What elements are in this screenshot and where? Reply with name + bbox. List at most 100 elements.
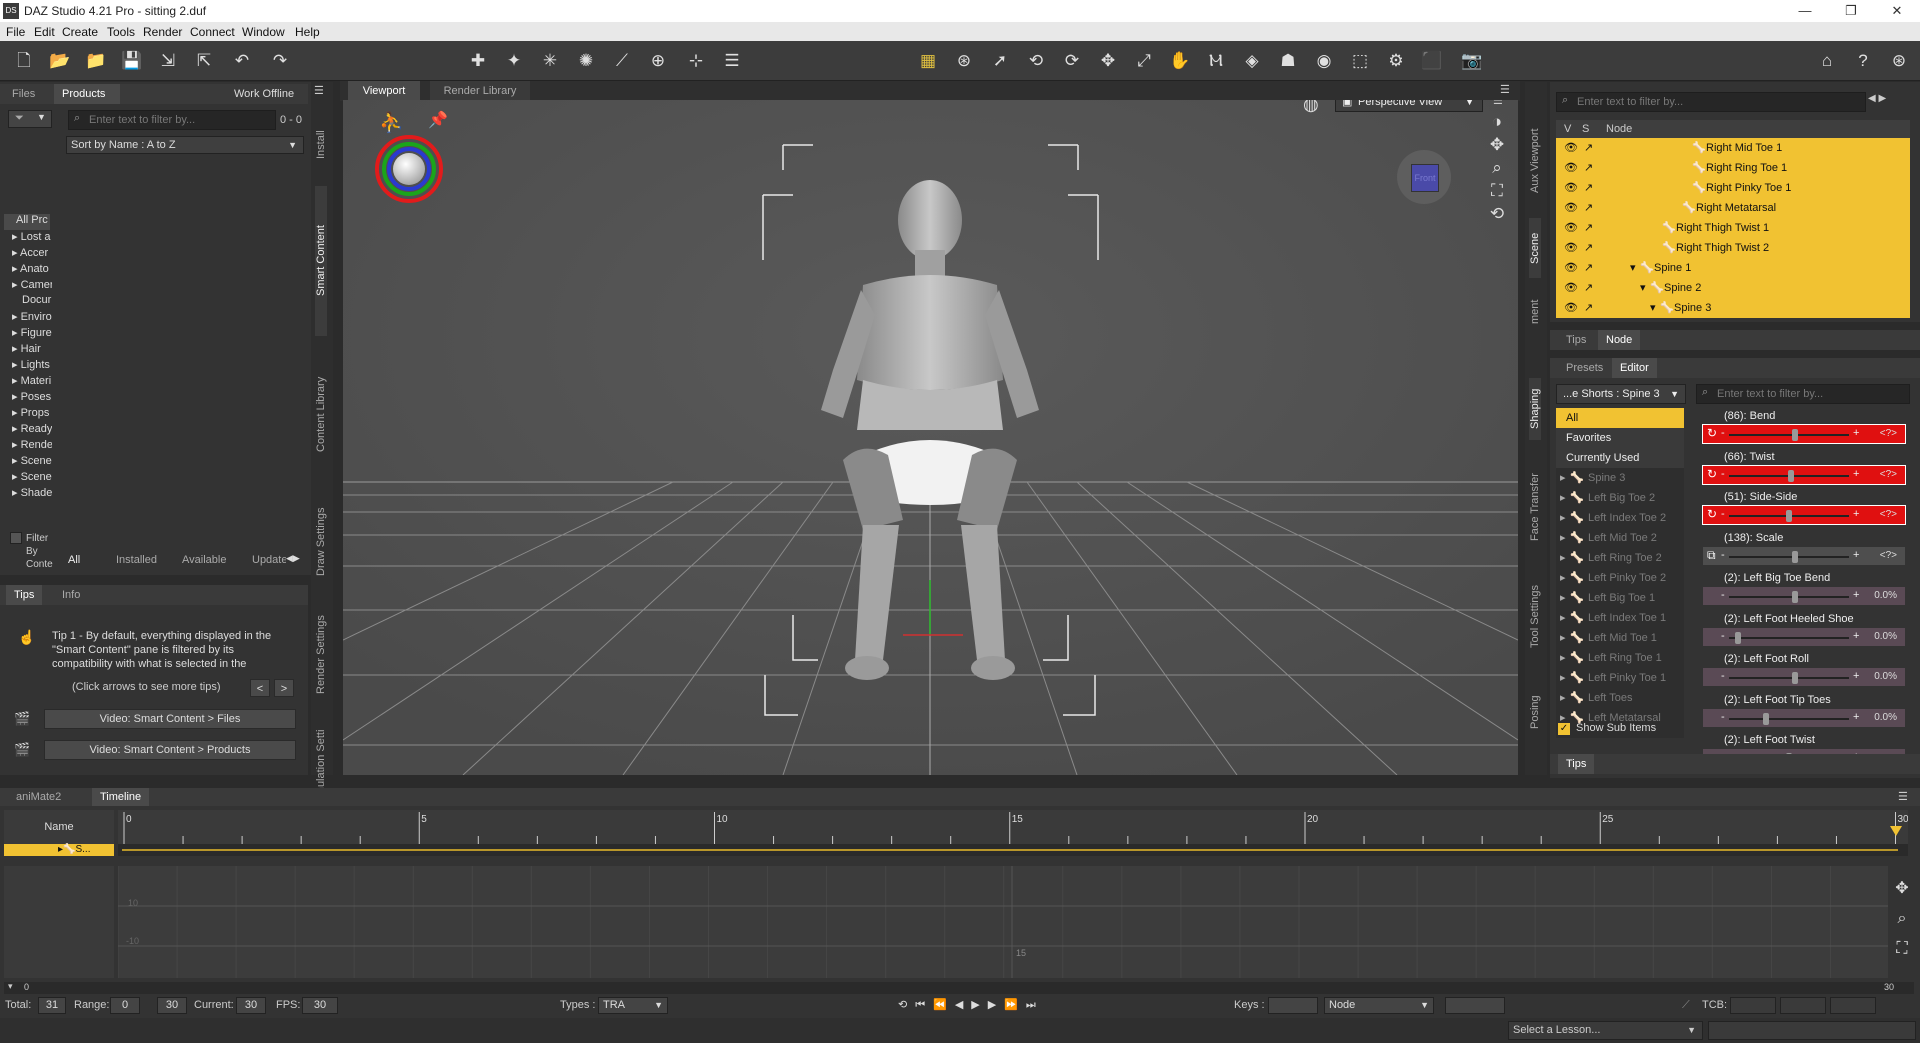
tab-files[interactable]: Files: [4, 84, 43, 104]
slider-knob[interactable]: [1734, 631, 1741, 644]
parameter-value[interactable]: 0.0%: [1874, 590, 1897, 601]
decrement-icon[interactable]: -: [1721, 427, 1725, 439]
filter-currently-used[interactable]: Currently Used: [1556, 448, 1684, 468]
scale-icon[interactable]: ⧉: [1707, 548, 1716, 563]
new-figure-icon[interactable]: ✚: [466, 49, 490, 73]
filter-by-context-checkbox[interactable]: [10, 532, 22, 544]
track-row-selected[interactable]: ▸🦴S...: [4, 844, 114, 856]
surface-selection-icon[interactable]: ☗: [1276, 49, 1300, 73]
slider-knob[interactable]: [1786, 510, 1792, 522]
reset-rotate-icon[interactable]: ↻: [1707, 467, 1717, 481]
tab-info[interactable]: Info: [54, 585, 88, 605]
node-select-dropdown[interactable]: ...e Shorts : Spine 3 ▼: [1556, 384, 1686, 404]
linear-light-icon[interactable]: ⟋: [610, 49, 634, 73]
parameter-search-input[interactable]: Enter text to filter by...: [1696, 384, 1910, 404]
vtab-shaping[interactable]: Shaping: [1529, 378, 1541, 440]
range-bar[interactable]: ▾ 0 30: [4, 981, 1914, 994]
minimize-button[interactable]: —: [1782, 1, 1828, 21]
pan-graph-icon[interactable]: ✥: [1890, 874, 1914, 904]
property-group-item[interactable]: ▸ 🦴 Left Pinky Toe 1: [1556, 668, 1684, 688]
property-group-item[interactable]: ▸ 🦴 Left Big Toe 1: [1556, 588, 1684, 608]
scene-node-row[interactable]: 👁 ↗ 🦴 Right Thigh Twist 2: [1556, 238, 1910, 258]
vtab-aux-viewport[interactable]: Aux Viewport: [1529, 118, 1541, 204]
new-scene-icon[interactable]: 🗋: [12, 49, 36, 73]
menu-connect[interactable]: Connect: [190, 25, 235, 39]
property-group-item[interactable]: ▸ 🦴 Left Index Toe 2: [1556, 508, 1684, 528]
scene-node-row[interactable]: 👁 ↗ ▾ 🦴 Spine 2: [1556, 278, 1910, 298]
lighting-preview-ring[interactable]: [375, 135, 443, 203]
open-icon[interactable]: 📂: [48, 49, 72, 73]
filter-all[interactable]: All: [1556, 408, 1684, 428]
decrement-icon[interactable]: -: [1721, 468, 1725, 480]
distant-light-icon[interactable]: ✺: [574, 49, 598, 73]
previous-tip-button[interactable]: <: [250, 679, 270, 697]
slider-knob[interactable]: [1791, 672, 1798, 684]
property-group-item[interactable]: ▸ 🦴 Left Mid Toe 2: [1556, 528, 1684, 548]
3d-viewport[interactable]: ⛹ 📌 ◍ ▣ Perspective View ▼ ☰ Front ◑ ✥ ⌕…: [343, 100, 1518, 775]
import-icon[interactable]: ⇲: [156, 49, 180, 73]
parameter-slider[interactable]: (2): Left Foot Tip Toes - +0.0%: [1700, 692, 1908, 732]
slider-bar[interactable]: ⧉ - + <?>: [1702, 545, 1906, 566]
region-navigator-icon[interactable]: ⬚: [1348, 49, 1372, 73]
parameter-slider[interactable]: (86): Bend ↻ - + <?>: [1700, 408, 1908, 448]
category-item[interactable]: Docur: [22, 294, 62, 306]
increment-icon[interactable]: +: [1853, 468, 1859, 480]
range-start-field[interactable]: 0: [110, 997, 140, 1014]
increment-icon[interactable]: +: [1853, 630, 1859, 642]
increment-icon[interactable]: +: [1853, 508, 1859, 520]
menu-render[interactable]: Render: [143, 25, 182, 39]
tab-presets[interactable]: Presets: [1558, 358, 1611, 378]
spot-render-icon[interactable]: ◉: [1312, 49, 1336, 73]
filter-favorites[interactable]: Favorites: [1556, 428, 1684, 448]
increment-icon[interactable]: +: [1853, 589, 1859, 601]
scene-nav-arrows[interactable]: ◀ ▶: [1868, 93, 1886, 104]
menu-create[interactable]: Create: [62, 25, 98, 39]
translate-icon[interactable]: ✥: [1096, 49, 1120, 73]
scene-node-row[interactable]: 👁 ↗ ▾ 🦴 Spine 3: [1556, 298, 1910, 318]
decrement-icon[interactable]: -: [1721, 508, 1725, 520]
category-item[interactable]: ▸ Enviro: [12, 310, 52, 323]
video-files-button[interactable]: Video: Smart Content > Files: [44, 709, 296, 729]
orbit-camera-icon[interactable]: ◑: [1487, 110, 1507, 133]
parameter-slider[interactable]: (138): Scale ⧉ - + <?>: [1700, 530, 1908, 570]
menu-file[interactable]: File: [6, 25, 25, 39]
rotate-icon[interactable]: ⟲: [1024, 49, 1048, 73]
scene-node-row[interactable]: 👁 ↗ ▾ 🦴 Spine 1: [1556, 258, 1910, 278]
parameter-slider[interactable]: (66): Twist ↻ - + <?>: [1700, 449, 1908, 489]
parameter-value[interactable]: <?>: [1880, 428, 1897, 439]
slider-bar[interactable]: ↻ - + <?>: [1702, 424, 1906, 444]
tab-scroll-arrows[interactable]: ◀▶: [286, 553, 300, 564]
slider-bar[interactable]: - +0.0%: [1702, 586, 1906, 606]
pan-camera-icon[interactable]: ✥: [1487, 133, 1507, 156]
slider-bar[interactable]: - +0.0%: [1702, 626, 1906, 647]
property-group-item[interactable]: ▸ 🦴 Left Pinky Toe 2: [1556, 568, 1684, 588]
slider-bar[interactable]: ↻ - + <?>: [1702, 505, 1906, 525]
increment-icon[interactable]: +: [1853, 670, 1859, 682]
category-item[interactable]: All Prc: [16, 214, 56, 226]
property-group-item[interactable]: ▸ 🦴 Left Ring Toe 1: [1556, 648, 1684, 668]
zoom-graph-icon[interactable]: ⌕: [1890, 904, 1914, 934]
slider-knob[interactable]: [1791, 429, 1798, 441]
tab-tips[interactable]: Tips: [1558, 330, 1594, 350]
render-settings-icon[interactable]: ⚙: [1384, 49, 1408, 73]
tab-editor[interactable]: Editor: [1612, 358, 1657, 378]
tab-all[interactable]: All: [68, 554, 80, 566]
joint-editor-icon[interactable]: Ⲙ: [1204, 49, 1228, 73]
parameter-value[interactable]: <?>: [1880, 469, 1897, 480]
parameter-value[interactable]: 0.0%: [1874, 712, 1897, 723]
next-tip-button[interactable]: >: [274, 679, 294, 697]
scene-node-row[interactable]: 👁 ↗ 🦴 Right Ring Toe 1: [1556, 158, 1910, 178]
reset-camera-icon[interactable]: ⟲: [1487, 202, 1507, 225]
tab-products[interactable]: Products: [54, 84, 120, 104]
node-selection-icon[interactable]: ⊛: [952, 49, 976, 73]
menu-edit[interactable]: Edit: [34, 25, 55, 39]
increment-icon[interactable]: +: [1853, 549, 1859, 561]
tab-node[interactable]: Node: [1598, 330, 1641, 350]
zoom-camera-icon[interactable]: ⌕: [1487, 156, 1507, 179]
parameter-value[interactable]: 0.0%: [1874, 631, 1897, 642]
slider-knob[interactable]: [1791, 550, 1798, 563]
timeline-ruler[interactable]: 0 5 10 15 20 25 30: [118, 810, 1908, 858]
category-item[interactable]: ▸ Accer: [12, 246, 52, 259]
redo-icon[interactable]: ↷: [268, 49, 292, 73]
category-item[interactable]: ▸ Lost a: [12, 230, 52, 243]
